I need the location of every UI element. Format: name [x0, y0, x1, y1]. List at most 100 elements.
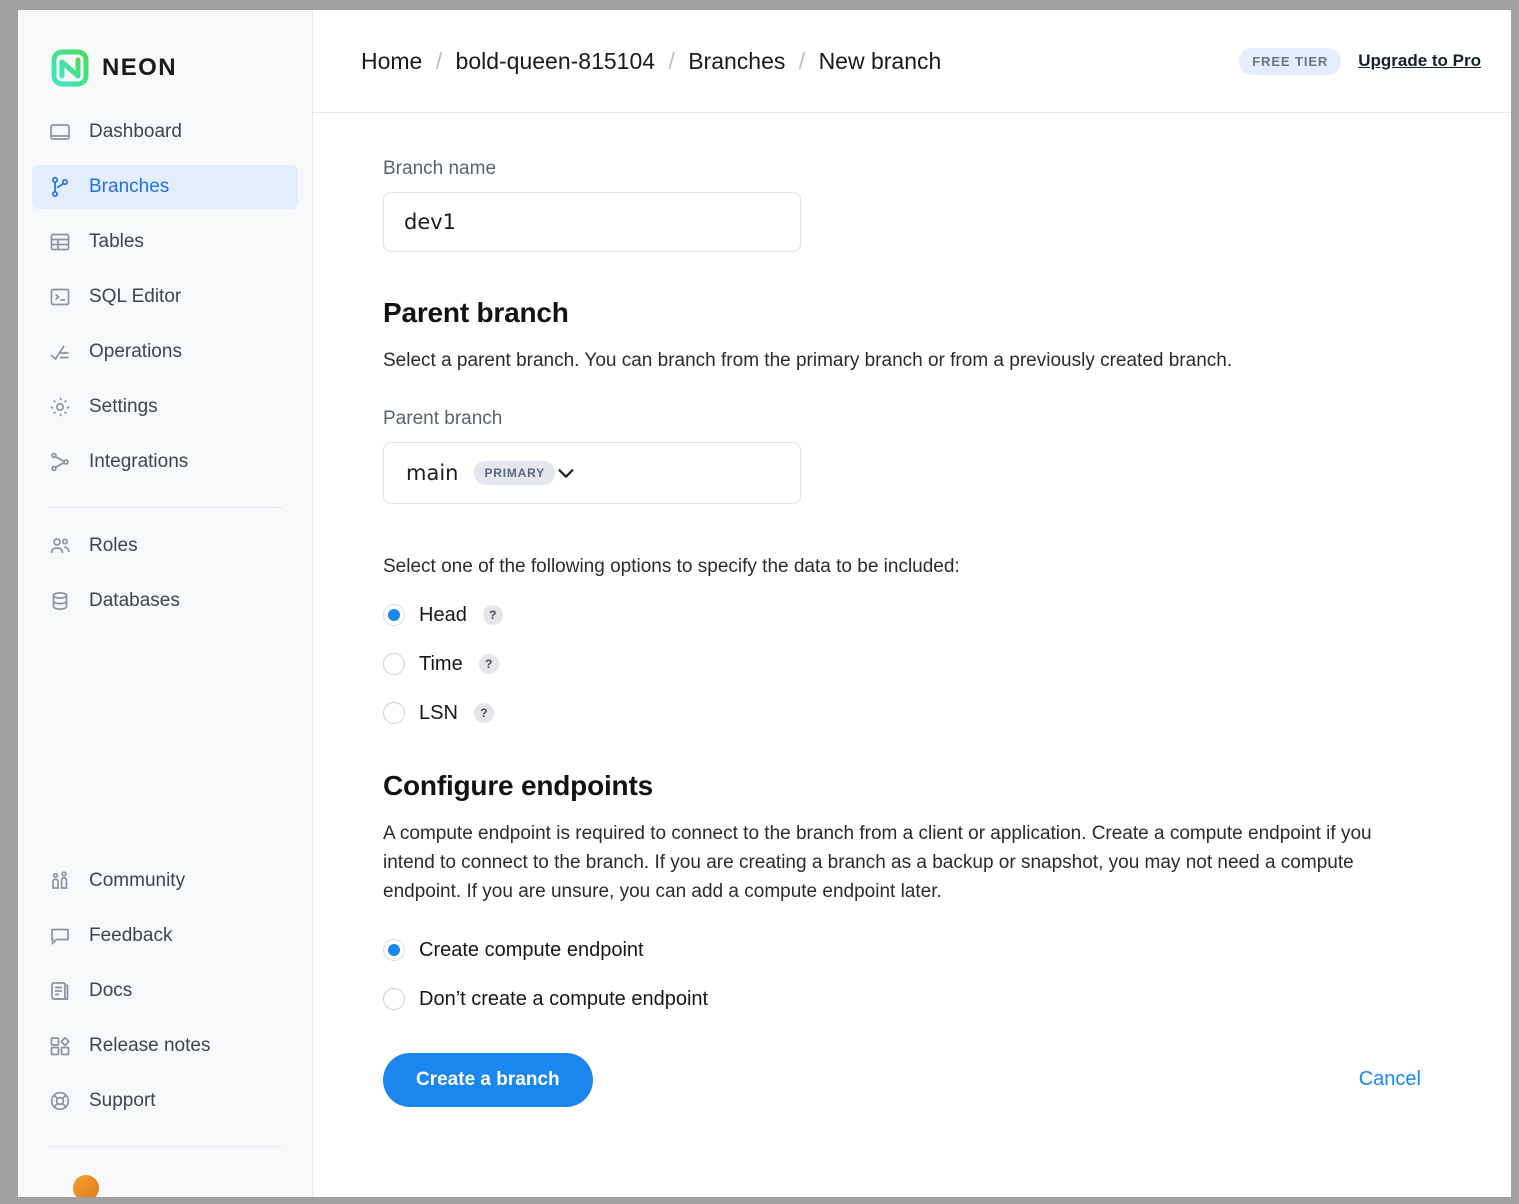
brand-logo[interactable]: NEON: [18, 10, 312, 96]
cancel-link[interactable]: Cancel: [1359, 1068, 1463, 1091]
parent-branch-select[interactable]: main PRIMARY: [383, 441, 801, 504]
create-branch-button[interactable]: Create a branch: [383, 1052, 593, 1107]
release-notes-icon: [48, 1034, 72, 1058]
table-icon: [48, 230, 72, 254]
community-icon: [48, 869, 72, 893]
data-options-prompt: Select one of the following options to s…: [383, 555, 960, 577]
page-header: Home / bold-queen-815104 / Branches / Ne…: [313, 10, 1511, 113]
dashboard-icon: [48, 120, 72, 144]
help-icon-lsn[interactable]: ?: [473, 703, 494, 724]
radio-head-indicator[interactable]: [383, 604, 405, 627]
sidebar-divider-2: [48, 1146, 282, 1147]
sidebar-item-sql-editor[interactable]: SQL Editor: [32, 275, 298, 319]
radio-option-no-endpoint[interactable]: Don’t create a compute endpoint: [383, 988, 1463, 1011]
gear-icon: [48, 395, 72, 419]
configure-endpoints-heading: Configure endpoints: [383, 769, 653, 801]
radio-lsn-indicator[interactable]: [383, 702, 405, 725]
parent-branch-selected-value: main: [406, 460, 459, 485]
breadcrumb-item-project[interactable]: bold-queen-815104: [456, 48, 656, 74]
sidebar-item-label: Tables: [89, 231, 144, 252]
sidebar-item-label: Settings: [89, 396, 158, 417]
breadcrumb-item-home[interactable]: Home: [361, 48, 422, 74]
sidebar-bottom-nav: Community Feedback Docs Release notes Su…: [18, 859, 312, 1134]
sidebar-primary-nav: Dashboard Branches Tables SQL Editor Ope…: [18, 96, 312, 495]
radio-option-label: Time: [419, 652, 463, 675]
radio-option-label: LSN: [419, 701, 458, 724]
help-icon-head[interactable]: ?: [482, 605, 503, 626]
sidebar-secondary-nav: Roles Databases: [18, 524, 312, 634]
new-branch-form: Branch name Parent branch Select a paren…: [313, 113, 1511, 1197]
sidebar-item-label: Feedback: [89, 925, 173, 946]
sidebar-item-label: Roles: [89, 535, 138, 556]
breadcrumb-item-branches[interactable]: Branches: [688, 48, 785, 74]
breadcrumb-item-current: New branch: [818, 47, 942, 74]
sidebar-item-roles[interactable]: Roles: [32, 524, 298, 568]
document-icon: [48, 979, 72, 1003]
main-area: Home / bold-queen-815104 / Branches / Ne…: [313, 10, 1511, 1197]
sidebar-item-branches[interactable]: Branches: [32, 165, 298, 209]
sidebar-item-settings[interactable]: Settings: [32, 385, 298, 429]
breadcrumb-separator: /: [798, 47, 806, 74]
sidebar-item-integrations[interactable]: Integrations: [32, 440, 298, 484]
sidebar-item-label: Release notes: [89, 1035, 211, 1056]
sidebar-item-label: Operations: [89, 341, 182, 362]
help-icon-time[interactable]: ?: [478, 654, 499, 675]
app-window: NEON Dashboard Branches Tables SQL Edito…: [18, 10, 1511, 1197]
sidebar-item-community[interactable]: Community: [32, 859, 298, 903]
brand-name: NEON: [102, 54, 177, 81]
sidebar-item-label: SQL Editor: [89, 286, 182, 307]
breadcrumb: Home / bold-queen-815104 / Branches / Ne…: [361, 48, 941, 75]
radio-option-time[interactable]: Time ?: [383, 653, 1463, 676]
sidebar-item-label: Databases: [89, 590, 180, 611]
radio-create-endpoint-indicator[interactable]: [383, 939, 405, 961]
sidebar-item-tables[interactable]: Tables: [32, 220, 298, 264]
sql-editor-icon: [48, 285, 72, 309]
sidebar-item-feedback[interactable]: Feedback: [32, 914, 298, 958]
form-actions: Create a branch Cancel: [383, 1052, 1463, 1127]
breadcrumb-separator: /: [435, 47, 443, 74]
chevron-down-icon: [555, 462, 577, 484]
sidebar-item-label: Dashboard: [89, 121, 182, 142]
neon-logo-icon: [51, 49, 89, 87]
sidebar-divider-1: [48, 507, 282, 508]
parent-branch-heading: Parent branch: [383, 297, 569, 328]
sidebar-item-docs[interactable]: Docs: [32, 969, 298, 1013]
sidebar-item-dashboard[interactable]: Dashboard: [32, 110, 298, 154]
radio-no-endpoint-indicator[interactable]: [383, 988, 405, 1010]
parent-branch-description: Select a parent branch. You can branch f…: [383, 350, 1233, 371]
account-section[interactable]: [18, 1163, 312, 1197]
sidebar-item-label: Docs: [89, 980, 133, 1001]
sidebar-item-label: Integrations: [89, 451, 189, 472]
parent-branch-label: Parent branch: [383, 407, 503, 429]
sidebar-item-label: Community: [89, 870, 186, 891]
radio-option-lsn[interactable]: LSN ?: [383, 702, 1463, 725]
speech-bubble-icon: [48, 924, 72, 948]
sidebar: NEON Dashboard Branches Tables SQL Edito…: [18, 10, 313, 1197]
lifebuoy-icon: [48, 1089, 72, 1113]
radio-option-label: Head: [419, 603, 467, 626]
radio-time-indicator[interactable]: [383, 653, 405, 676]
operations-icon: [48, 340, 72, 364]
branch-name-input[interactable]: [383, 192, 801, 252]
sidebar-item-operations[interactable]: Operations: [32, 330, 298, 374]
radio-option-head[interactable]: Head ?: [383, 604, 1463, 627]
breadcrumb-separator: /: [668, 47, 675, 74]
configure-endpoints-description: A compute endpoint is required to connec…: [383, 822, 1372, 902]
sidebar-item-databases[interactable]: Databases: [32, 579, 298, 623]
header-actions: FREE TIER Upgrade to Pro: [1239, 47, 1481, 75]
sidebar-item-support[interactable]: Support: [32, 1079, 298, 1123]
avatar[interactable]: [73, 1175, 99, 1197]
status-badge-free-tier: FREE TIER: [1239, 47, 1342, 75]
sidebar-item-release-notes[interactable]: Release notes: [32, 1024, 298, 1068]
radio-option-label: Create compute endpoint: [419, 938, 644, 961]
integrations-icon: [48, 450, 72, 474]
branch-name-label: Branch name: [383, 158, 497, 179]
radio-option-create-endpoint[interactable]: Create compute endpoint: [383, 939, 1463, 962]
upgrade-to-pro-link[interactable]: Upgrade to Pro: [1358, 51, 1481, 71]
sidebar-item-label: Branches: [89, 176, 170, 197]
users-icon: [48, 534, 72, 558]
primary-badge: PRIMARY: [474, 460, 555, 485]
sidebar-item-label: Support: [89, 1090, 156, 1111]
branch-icon: [48, 175, 72, 199]
